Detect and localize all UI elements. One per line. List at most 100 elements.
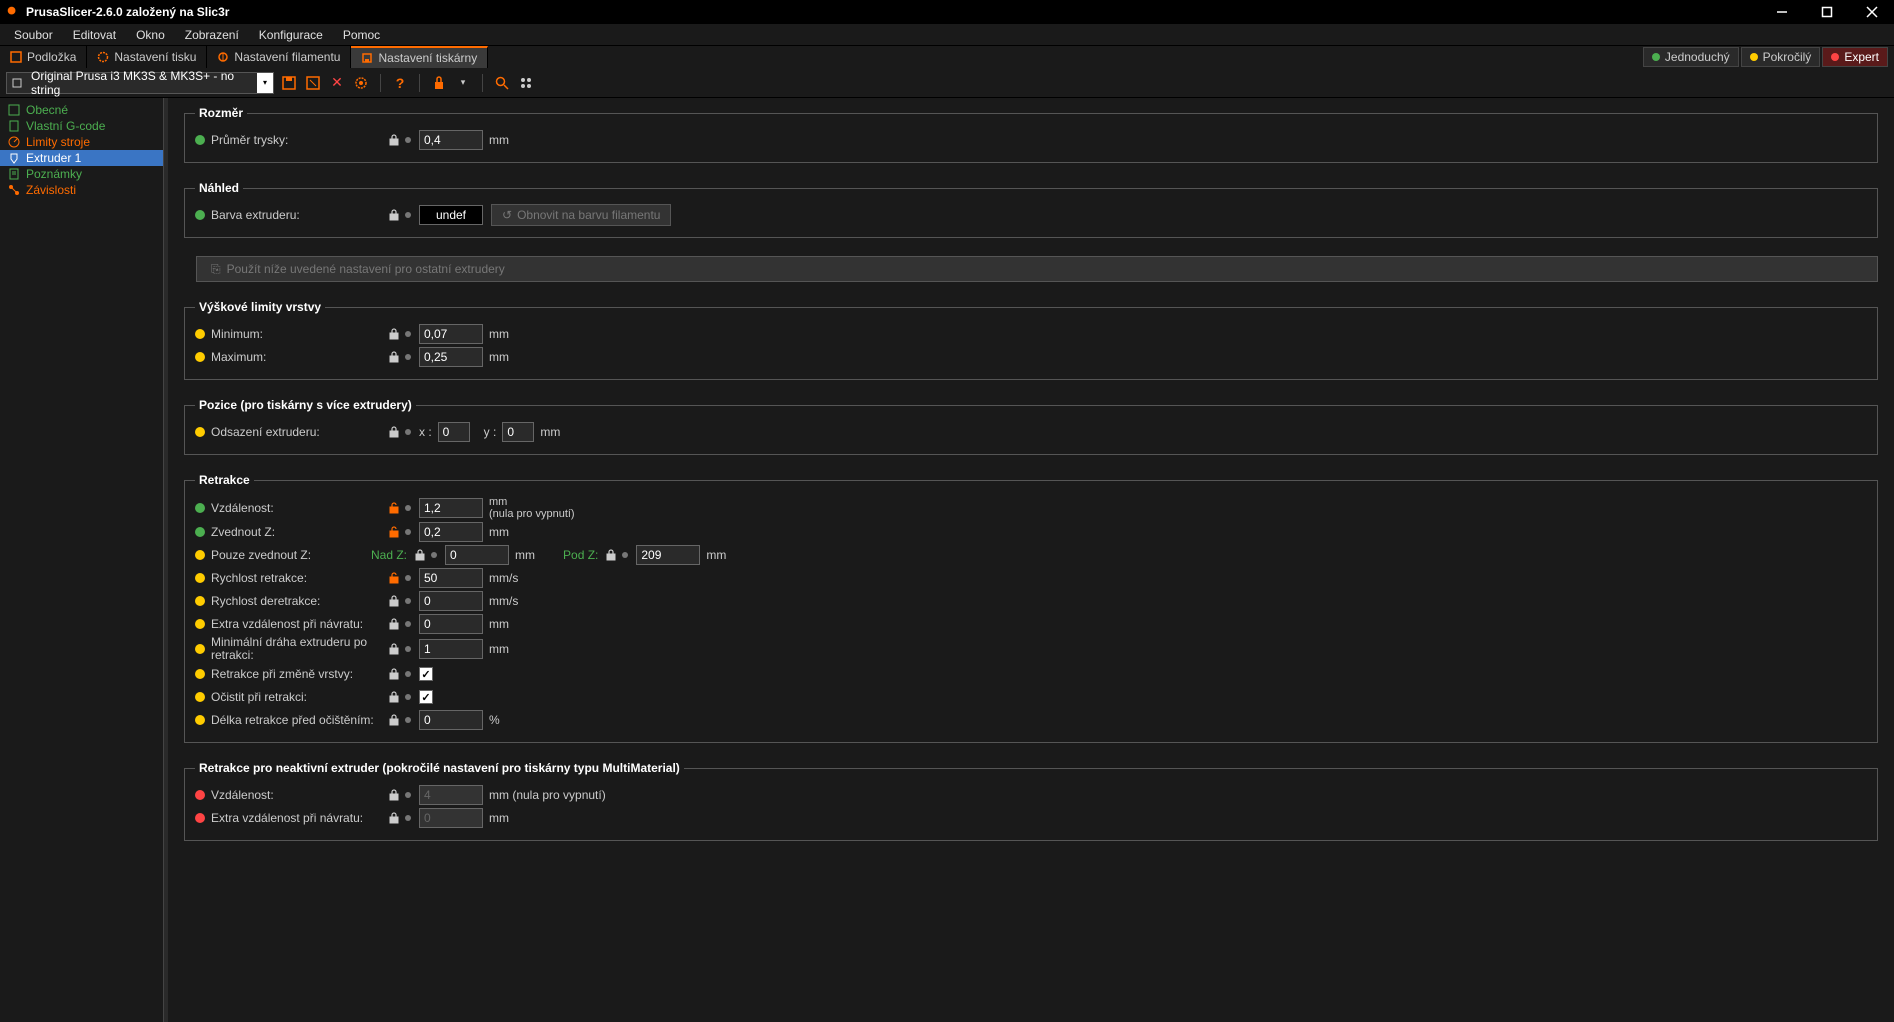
chevron-down-icon[interactable]: ▾ [454, 74, 472, 92]
unlock-icon[interactable] [387, 525, 401, 539]
compare-icon[interactable] [517, 74, 535, 92]
menu-pomoc[interactable]: Pomoc [333, 25, 390, 45]
help-icon[interactable]: ? [391, 74, 409, 92]
sidebar-item-gcode[interactable]: Vlastní G-code [0, 118, 163, 134]
unit-label: mm (nula pro vypnutí) [489, 496, 575, 520]
unit-label: mm (nula pro vypnutí) [489, 788, 606, 802]
sidebar-item-zavislosti[interactable]: Závislosti [0, 182, 163, 198]
lock-icon[interactable] [387, 788, 401, 802]
extra-restart-input[interactable] [419, 614, 483, 634]
changed-indicator-icon [405, 671, 411, 677]
lock-icon[interactable] [387, 617, 401, 631]
nozzle-diameter-input[interactable] [419, 130, 483, 150]
unlock-icon[interactable] [387, 501, 401, 515]
menu-okno[interactable]: Okno [126, 25, 175, 45]
menu-konfigurace[interactable]: Konfigurace [249, 25, 333, 45]
sidebar-item-obecne[interactable]: Obecné [0, 102, 163, 118]
retraction-speed-input[interactable] [419, 568, 483, 588]
tab-nastaveni-tisku[interactable]: Nastavení tisku [87, 46, 207, 68]
group-legend: Retrakce [195, 473, 254, 487]
preset-dropdown[interactable]: Original Prusa i3 MK3S & MK3S+ - no stri… [6, 72, 274, 94]
changed-indicator-icon [405, 646, 411, 652]
gcode-icon [8, 120, 20, 132]
save-icon[interactable] [280, 74, 298, 92]
param-label: Barva extruderu: [211, 208, 387, 222]
unlock-icon[interactable] [387, 571, 401, 585]
lock-icon[interactable] [387, 667, 401, 681]
level-bullet-icon [195, 527, 205, 537]
apply-to-other-extruders-button[interactable]: ⎘ Použít níže uvedené nastavení pro osta… [196, 256, 1878, 282]
lock-icon[interactable] [387, 208, 401, 222]
param-label: Délka retrakce před očištěním: [211, 713, 387, 727]
notes-icon [8, 168, 20, 180]
mode-simple-button[interactable]: Jednoduchý [1643, 47, 1739, 67]
rename-icon[interactable] [304, 74, 322, 92]
max-layer-height-input[interactable] [419, 347, 483, 367]
lift-z-input[interactable] [419, 522, 483, 542]
tab-nastaveni-tiskarny[interactable]: Nastavení tiskárny [351, 46, 488, 68]
wipe-on-retract-checkbox[interactable]: ✓ [419, 690, 433, 704]
offset-x-input[interactable] [438, 422, 470, 442]
lock-icon[interactable] [430, 74, 448, 92]
level-bullet-icon [195, 352, 205, 362]
retraction-length-input[interactable] [419, 498, 483, 518]
retract-layer-change-checkbox[interactable]: ✓ [419, 667, 433, 681]
lock-icon[interactable] [387, 133, 401, 147]
changed-indicator-icon [405, 429, 411, 435]
only-lift-above-input[interactable] [445, 545, 509, 565]
lock-icon[interactable] [413, 548, 427, 562]
lock-icon[interactable] [387, 327, 401, 341]
mode-advanced-button[interactable]: Pokročilý [1741, 47, 1821, 67]
lock-icon[interactable] [387, 350, 401, 364]
search-icon[interactable] [493, 74, 511, 92]
extruder-color-button[interactable]: undef [419, 205, 483, 225]
lock-icon[interactable] [387, 713, 401, 727]
lock-icon[interactable] [604, 548, 618, 562]
printer-icon [361, 52, 373, 64]
plater-icon [10, 51, 22, 63]
lock-icon[interactable] [387, 690, 401, 704]
sidebar-item-label: Limity stroje [26, 135, 90, 149]
only-lift-below-input[interactable] [636, 545, 700, 565]
tab-podlozka[interactable]: Podložka [0, 46, 87, 68]
retract-before-wipe-input[interactable] [419, 710, 483, 730]
chevron-down-icon: ▾ [257, 73, 273, 93]
close-button[interactable] [1849, 0, 1894, 24]
group-legend: Rozměr [195, 106, 247, 120]
min-travel-input[interactable] [419, 639, 483, 659]
reset-color-button[interactable]: ↺ Obnovit na barvu filamentu [491, 204, 671, 226]
lock-icon[interactable] [387, 594, 401, 608]
deretraction-speed-input[interactable] [419, 591, 483, 611]
tab-nastaveni-filamentu[interactable]: Nastavení filamentu [207, 46, 351, 68]
sidebar-item-limity[interactable]: Limity stroje [0, 134, 163, 150]
lock-icon[interactable] [387, 811, 401, 825]
menu-editovat[interactable]: Editovat [63, 25, 126, 45]
unit-label: mm [489, 133, 509, 147]
changed-indicator-icon [405, 717, 411, 723]
nadz-label: Nad Z: [371, 548, 407, 562]
gear-icon[interactable] [352, 74, 370, 92]
param-label: Očistit při retrakci: [211, 690, 387, 704]
mode-expert-button[interactable]: Expert [1822, 47, 1888, 67]
minimize-button[interactable] [1759, 0, 1804, 24]
min-layer-height-input[interactable] [419, 324, 483, 344]
print-settings-icon [97, 51, 109, 63]
sidebar-item-poznamky[interactable]: Poznámky [0, 166, 163, 182]
unit-label: mm [489, 327, 509, 341]
maximize-button[interactable] [1804, 0, 1849, 24]
y-label: y : [484, 425, 497, 439]
preset-name: Original Prusa i3 MK3S & MK3S+ - no stri… [27, 69, 257, 97]
param-label: Pouze zvednout Z: [211, 548, 371, 562]
menu-soubor[interactable]: Soubor [4, 25, 63, 45]
menu-zobrazeni[interactable]: Zobrazení [175, 25, 249, 45]
sidebar-item-extruder1[interactable]: Extruder 1 [0, 150, 163, 166]
lock-icon[interactable] [387, 425, 401, 439]
delete-icon[interactable]: ✕ [328, 74, 346, 92]
changed-indicator-icon [405, 792, 411, 798]
lock-icon[interactable] [387, 642, 401, 656]
changed-indicator-icon [405, 694, 411, 700]
tabbar: Podložka Nastavení tisku Nastavení filam… [0, 46, 1894, 68]
tab-label: Nastavení tiskárny [378, 51, 477, 65]
offset-y-input[interactable] [502, 422, 534, 442]
changed-indicator-icon [405, 621, 411, 627]
